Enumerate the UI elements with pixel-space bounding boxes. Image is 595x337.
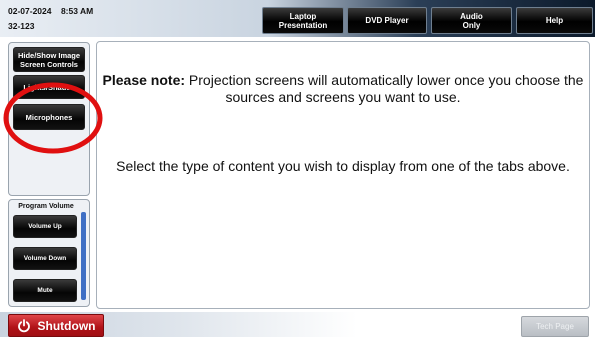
volume-down-button[interactable]: Volume Down: [13, 247, 77, 270]
time: 8:53 AM: [60, 6, 94, 16]
program-volume-panel: Program Volume Volume Up Volume Down Mut…: [8, 199, 90, 307]
shutdown-label: Shutdown: [37, 318, 96, 333]
microphones-button[interactable]: Microphones: [13, 104, 85, 130]
tab-dvd-player[interactable]: DVD Player: [347, 7, 427, 34]
date: 02-07-2024: [8, 6, 52, 16]
volume-level-bar[interactable]: [81, 212, 86, 300]
tab-audio-only[interactable]: Audio Only: [431, 7, 512, 34]
shutdown-button[interactable]: Shutdown: [8, 314, 104, 337]
hide-show-image-screen-controls-button[interactable]: Hide/Show Image Screen Controls: [13, 47, 85, 72]
note-text: Projection screens will automatically lo…: [185, 72, 584, 105]
tab-laptop-presentation[interactable]: Laptop Presentation: [262, 7, 344, 34]
program-volume-title: Program Volume: [18, 203, 74, 210]
select-content-instruction: Select the type of content you wish to d…: [116, 158, 570, 174]
date-time: 02-07-2024 8:53 AM: [8, 6, 93, 16]
main-content-panel: Please note: Projection screens will aut…: [96, 41, 590, 309]
top-bar: 02-07-2024 8:53 AM 32-123 Laptop Present…: [0, 0, 595, 37]
projection-note: Please note: Projection screens will aut…: [97, 72, 589, 106]
room-number: 32-123: [8, 21, 35, 31]
tab-help[interactable]: Help: [516, 7, 593, 34]
note-label: Please note:: [102, 72, 186, 88]
side-controls-panel: Hide/Show Image Screen Controls Lights/S…: [8, 42, 90, 196]
tech-page-button[interactable]: Tech Page: [521, 316, 589, 337]
lights-shades-button[interactable]: Lights/Shades: [13, 75, 85, 99]
volume-up-button[interactable]: Volume Up: [13, 215, 77, 238]
mute-button[interactable]: Mute: [13, 279, 77, 302]
power-icon: [17, 318, 30, 332]
